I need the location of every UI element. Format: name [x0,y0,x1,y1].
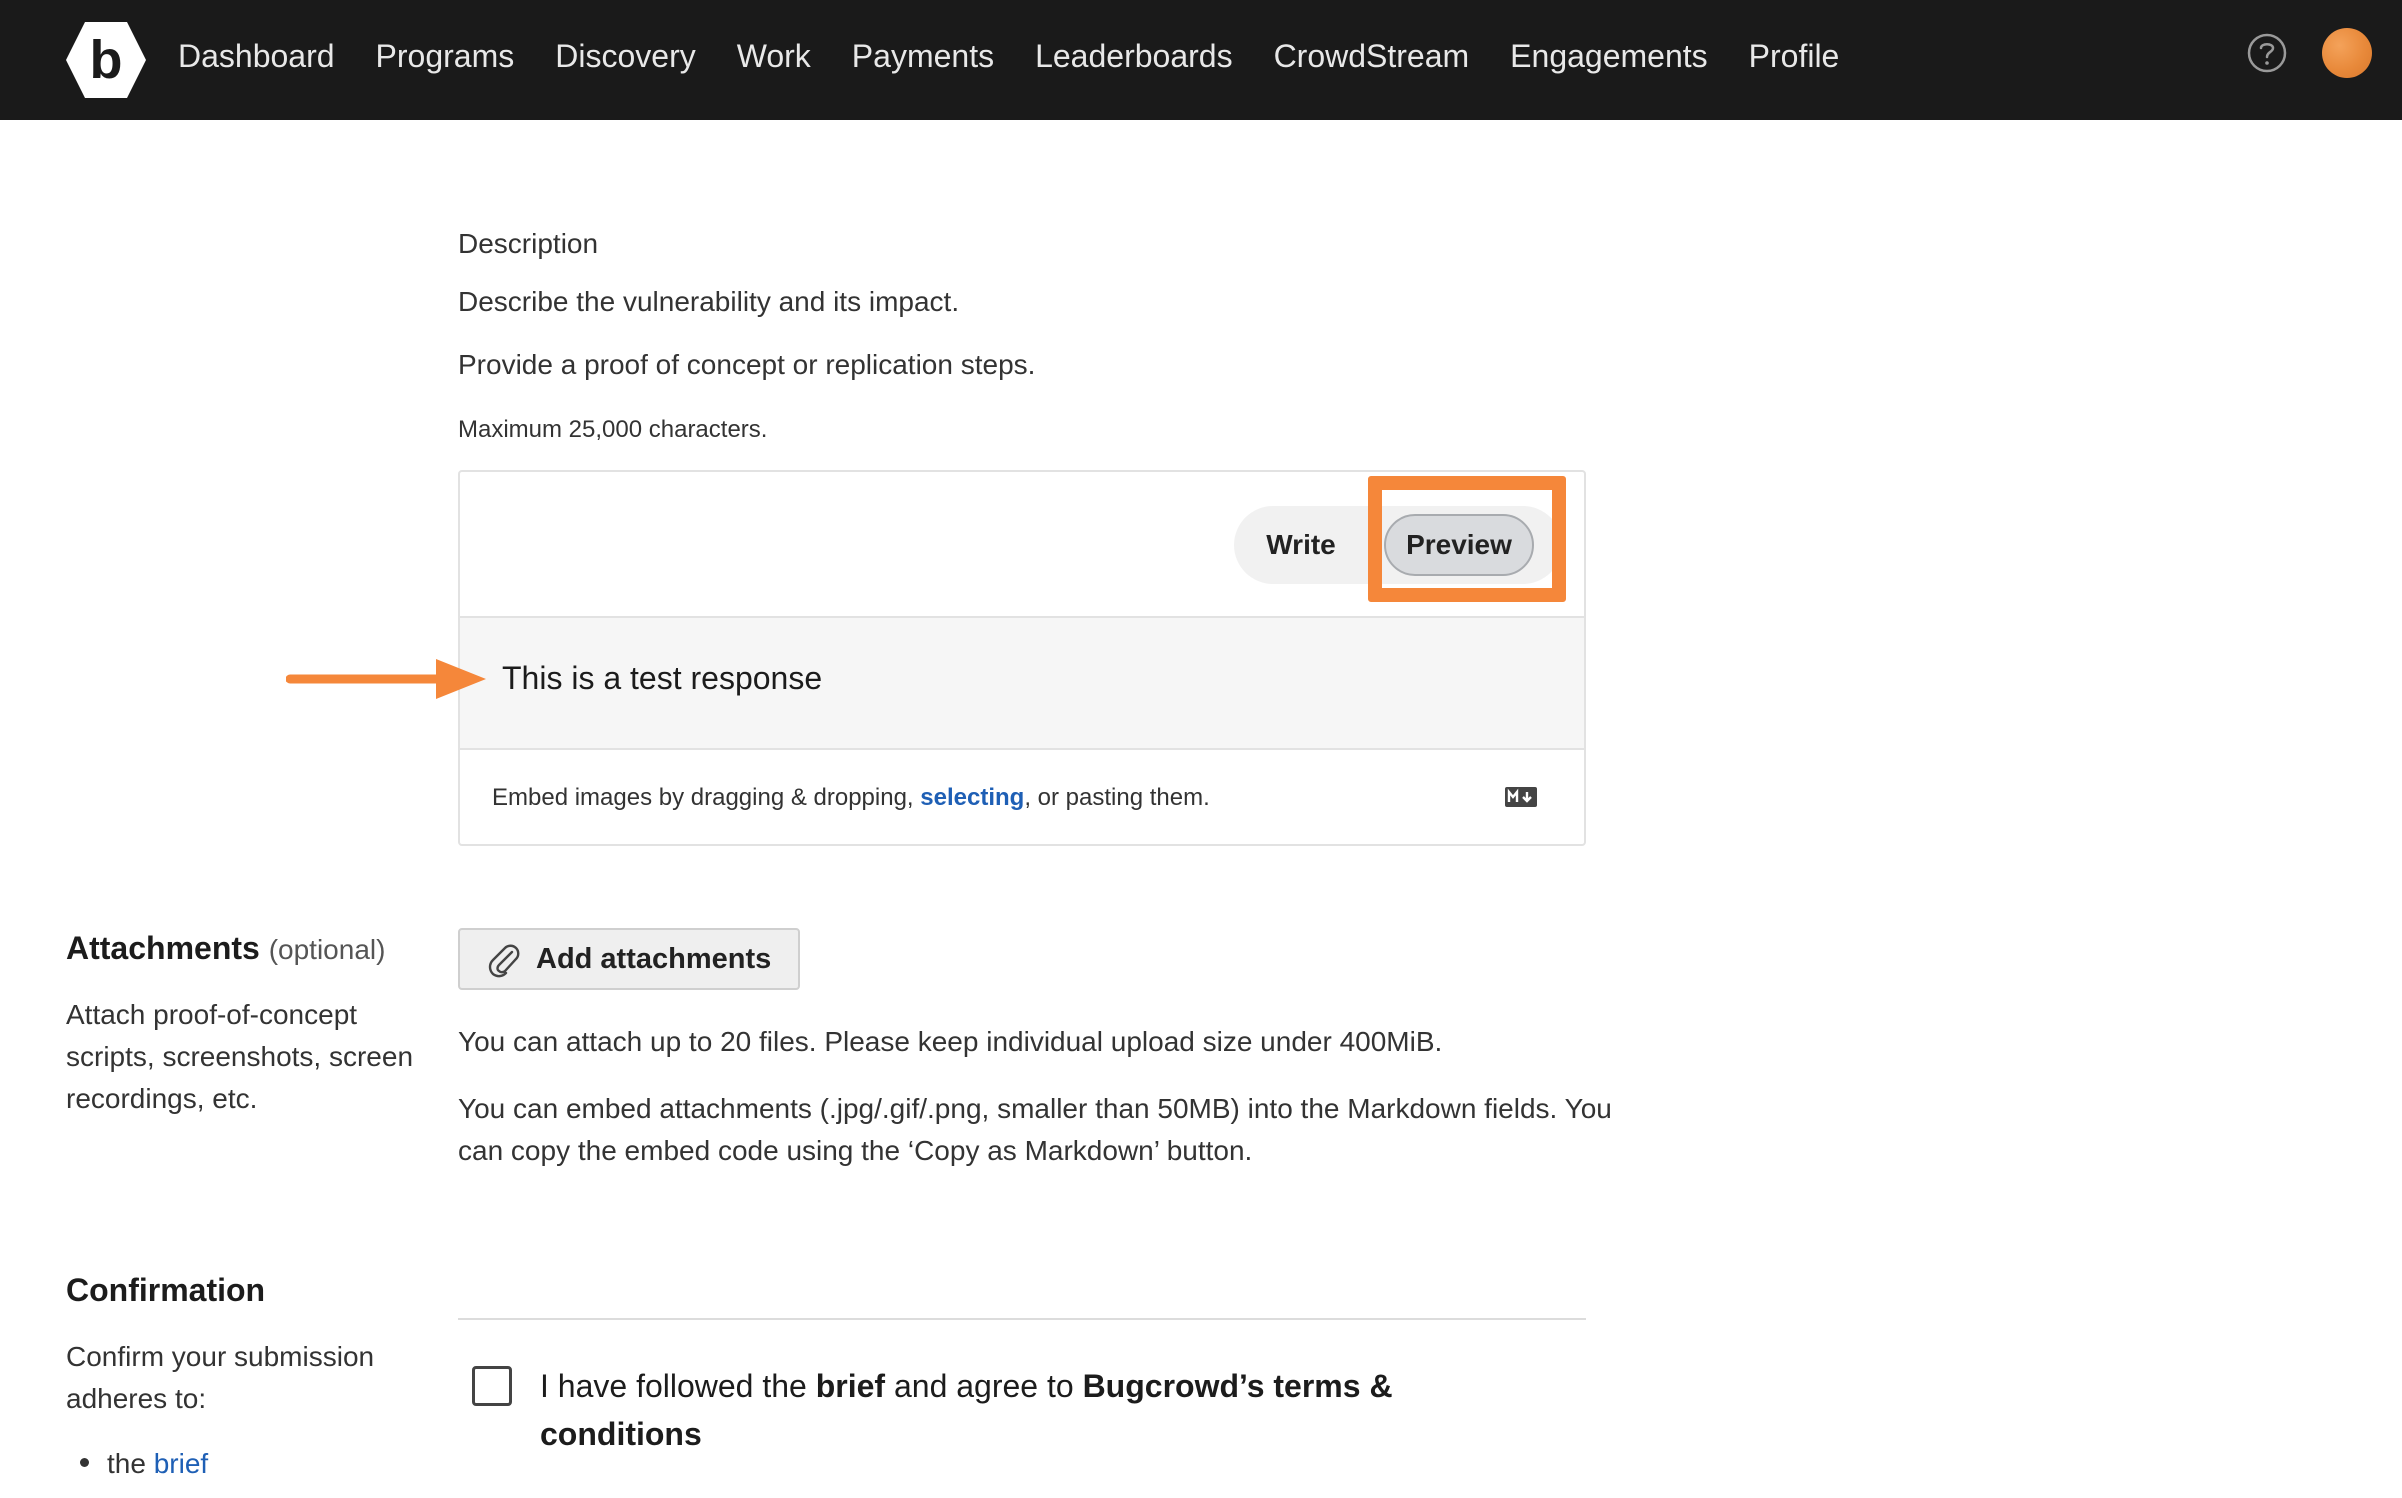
attachments-optional-label: (optional) [268,934,386,965]
terms-agreement-label[interactable]: I have followed the brief and agree to B… [540,1362,1460,1458]
editor-toolbar: Write Preview [460,472,1584,618]
description-max-characters: Maximum 25,000 characters. [458,416,768,443]
attachments-limit-info: You can attach up to 20 files. Please ke… [458,1026,1443,1057]
agreement-text-1: I have followed the [540,1368,816,1404]
agreement-brief: brief [815,1368,886,1404]
preview-content: This is a test response [502,660,823,696]
attachments-embed-info: You can embed attachments (.jpg/.gif/.pn… [458,1093,1612,1166]
nav-menu: Dashboard Programs Discovery Work Paymen… [178,0,1880,112]
select-images-link[interactable]: selecting [920,784,1024,811]
description-label: Description [458,228,599,259]
agreement-text-2: and agree to [885,1368,1083,1404]
embed-hint-suffix: , or pasting them. [1024,784,1210,811]
editor-preview-pane: This is a test response [460,618,1584,750]
write-tab-button[interactable]: Write [1256,506,1346,584]
add-attachments-button[interactable]: Add attachments [458,928,800,990]
nav-item-crowdstream[interactable]: CrowdStream [1274,38,1470,75]
confirmation-bullet-brief: the brief [80,1448,208,1480]
confirmation-heading: Confirmation [66,1272,266,1308]
bullet-prefix: the [107,1448,154,1479]
description-editor: Write Preview This is a test response Em… [458,470,1586,846]
question-circle-icon[interactable] [2246,32,2288,74]
brief-link[interactable]: brief [154,1448,208,1479]
confirmation-divider [458,1318,1586,1320]
preview-tab-button[interactable]: Preview [1384,514,1534,576]
nav-item-dashboard[interactable]: Dashboard [178,38,335,75]
annotation-arrow-icon [286,659,486,699]
nav-item-work[interactable]: Work [737,38,811,75]
write-preview-toggle: Write Preview [1234,506,1562,584]
svg-text:b: b [90,30,123,90]
description-help-line-2: Provide a proof of concept or replicatio… [458,349,1036,380]
add-attachments-label: Add attachments [536,943,772,975]
bullet-dot [80,1458,89,1468]
confirmation-help-text: Confirm your submission adheres to: [66,1341,375,1414]
embed-hint-prefix: Embed images by dragging & dropping, [492,784,921,811]
attachments-title: Attachments [66,930,260,966]
markdown-icon [1505,787,1537,807]
embed-images-hint: Embed images by dragging & dropping, sel… [492,784,1210,812]
attachments-heading: Attachments (optional) [66,930,385,967]
paperclip-icon [488,944,520,978]
nav-item-discovery[interactable]: Discovery [555,38,695,75]
bugcrowd-logo-icon[interactable]: b [64,18,148,102]
attachments-help-text: Attach proof-of-concept scripts, screens… [66,999,414,1114]
terms-agreement-checkbox[interactable] [472,1366,512,1406]
nav-item-leaderboards[interactable]: Leaderboards [1035,38,1232,75]
top-navigation-bar: b Dashboard Programs Discovery Work Paym… [0,0,2402,120]
nav-item-profile[interactable]: Profile [1749,38,1840,75]
description-help-line-1: Describe the vulnerability and its impac… [458,286,960,317]
nav-item-programs[interactable]: Programs [376,38,515,75]
user-avatar[interactable] [2322,28,2372,78]
nav-item-engagements[interactable]: Engagements [1510,38,1707,75]
nav-item-payments[interactable]: Payments [852,38,994,75]
editor-footer: Embed images by dragging & dropping, sel… [460,750,1584,846]
